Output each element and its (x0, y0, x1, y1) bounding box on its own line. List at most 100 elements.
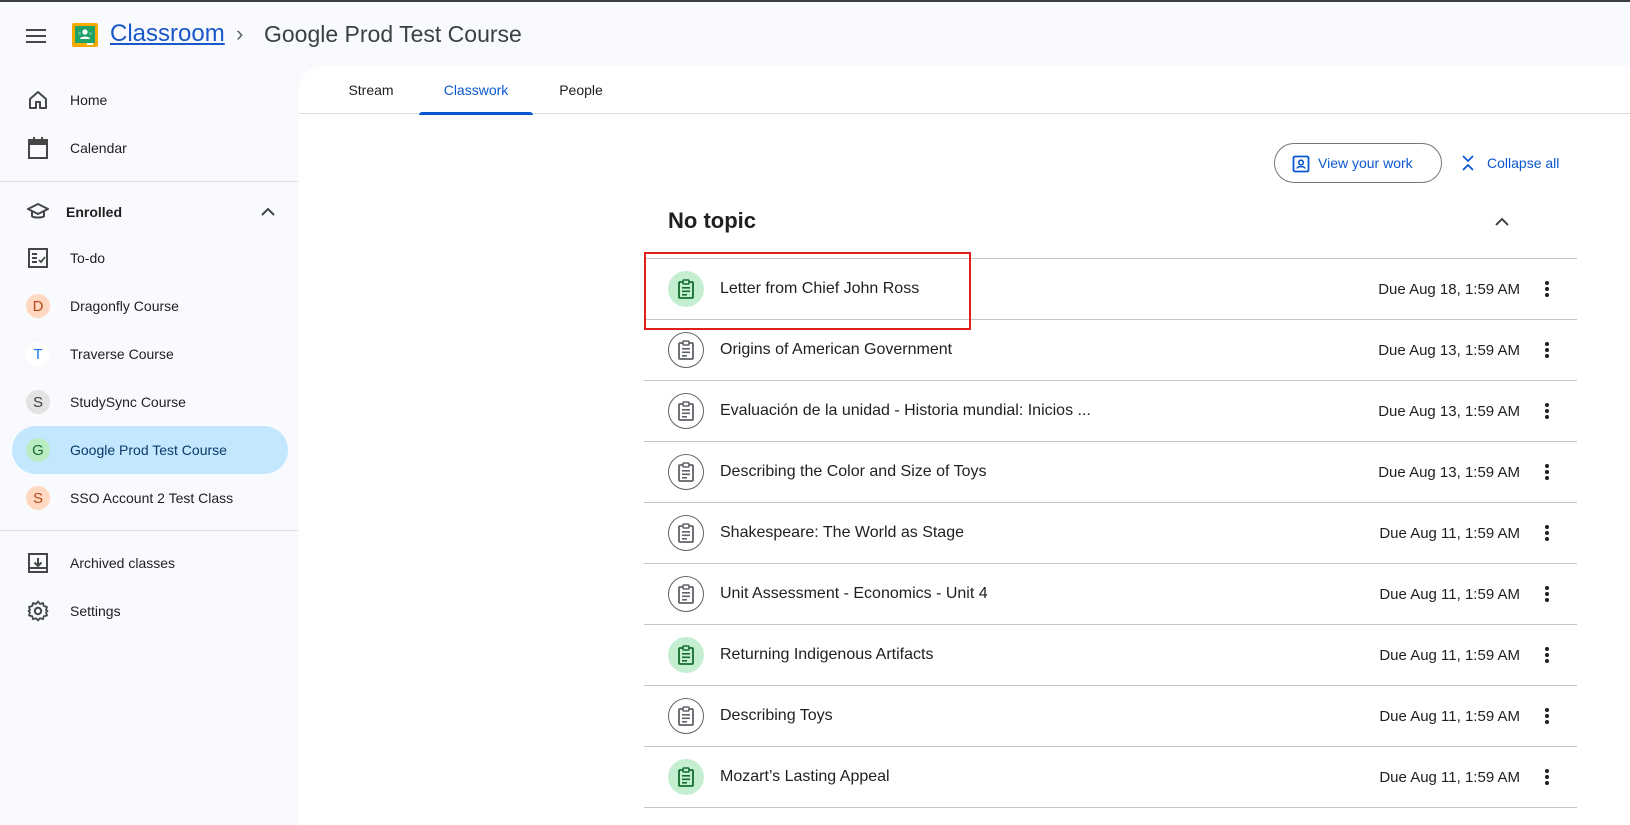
assignment-icon (668, 637, 704, 673)
assignment-icon (668, 515, 704, 551)
assignment-title: Origins of American Government (720, 341, 953, 358)
assignment-title: Shakespeare: The World as Stage (720, 524, 964, 541)
more-vert-icon (1545, 708, 1549, 724)
sidebar-item-label: Dragonfly Course (70, 298, 179, 314)
assignment-list: Letter from Chief John Ross Due Aug 18, … (644, 259, 1577, 808)
sidebar-item-home[interactable]: Home (12, 76, 288, 124)
enrolled-section-toggle[interactable]: Enrolled (12, 192, 288, 232)
course-avatar: S (26, 390, 50, 414)
sidebar-divider (0, 530, 298, 531)
chevron-up-icon (261, 207, 275, 216)
more-options-button[interactable] (1533, 519, 1561, 547)
collapse-all-label: Collapse all (1487, 155, 1560, 171)
assignment-row[interactable]: Mozart’s Lasting Appeal Due Aug 11, 1:59… (644, 747, 1577, 808)
more-options-button[interactable] (1533, 336, 1561, 364)
assignment-title: Describing the Color and Size of Toys (720, 463, 987, 480)
sidebar-divider (0, 181, 298, 182)
app-header: Classroom › Google Prod Test Course (0, 2, 1630, 64)
assignment-row[interactable]: Letter from Chief John Ross Due Aug 18, … (644, 259, 1577, 320)
assignment-row[interactable]: Evaluación de la unidad - Historia mundi… (644, 381, 1577, 442)
enrolled-label: Enrolled (66, 204, 123, 220)
sidebar-item-label: StudySync Course (70, 394, 186, 410)
view-your-work-label: View your work (1318, 155, 1413, 171)
page-title: Google Prod Test Course (264, 21, 522, 47)
assignment-row[interactable]: Origins of American Government Due Aug 1… (644, 320, 1577, 381)
classwork-panel: Stream Classwork People View your work C… (299, 66, 1630, 825)
assignment-icon (668, 271, 704, 307)
more-options-button[interactable] (1533, 702, 1561, 730)
view-your-work-button[interactable]: View your work (1274, 143, 1442, 183)
active-tab-indicator (419, 112, 533, 115)
course-avatar: D (26, 294, 50, 318)
assignment-row[interactable]: Describing Toys Due Aug 11, 1:59 AM (644, 686, 1577, 747)
assignment-icon (668, 454, 704, 490)
assignment-row[interactable]: Describing the Color and Size of Toys Du… (644, 442, 1577, 503)
assignment-title: Describing Toys (720, 707, 833, 724)
more-options-button[interactable] (1533, 580, 1561, 608)
sidebar-item-label: Archived classes (70, 555, 176, 571)
assignment-due-date: Due Aug 18, 1:59 AM (1378, 281, 1520, 298)
assignment-row[interactable]: Returning Indigenous Artifacts Due Aug 1… (644, 625, 1577, 686)
sidebar-item-course-active[interactable]: G Google Prod Test Course (12, 426, 288, 474)
sidebar-item-course[interactable]: S SSO Account 2 Test Class (12, 474, 288, 522)
course-avatar: S (26, 486, 50, 510)
more-options-button[interactable] (1533, 458, 1561, 486)
sidebar-item-settings[interactable]: Settings (12, 587, 288, 635)
sidebar-item-todo[interactable]: To-do (12, 234, 288, 282)
tab-stream[interactable]: Stream (333, 66, 409, 114)
collapse-all-icon (1462, 155, 1474, 171)
assignment-due-date: Due Aug 13, 1:59 AM (1378, 464, 1520, 481)
tab-people[interactable]: People (543, 66, 619, 114)
sidebar-item-label: Traverse Course (70, 346, 174, 362)
assignment-row[interactable]: Unit Assessment - Economics - Unit 4 Due… (644, 564, 1577, 625)
classroom-home-link[interactable]: Classroom (110, 18, 225, 50)
sidebar-item-label: Settings (70, 603, 121, 619)
sidebar-item-label: To-do (70, 250, 106, 266)
assignment-title: Unit Assessment - Economics - Unit 4 (720, 585, 988, 602)
assignment-due-date: Due Aug 11, 1:59 AM (1379, 647, 1520, 664)
sidebar-item-calendar[interactable]: Calendar (12, 124, 288, 172)
graduation-cap-icon (26, 200, 50, 224)
assignment-ind-icon (1292, 155, 1310, 173)
sidebar-item-label: Home (70, 92, 108, 108)
sidebar-item-archived[interactable]: Archived classes (12, 539, 288, 587)
more-vert-icon (1545, 525, 1549, 541)
more-options-button[interactable] (1533, 763, 1561, 791)
more-vert-icon (1545, 403, 1549, 419)
assignment-due-date: Due Aug 13, 1:59 AM (1378, 342, 1520, 359)
sidebar-item-label: SSO Account 2 Test Class (70, 490, 234, 506)
more-options-button[interactable] (1533, 641, 1561, 669)
todo-checklist-icon (26, 246, 50, 270)
topic-collapse-chevron-up-icon[interactable] (1490, 210, 1514, 234)
more-vert-icon (1545, 586, 1549, 602)
sidebar-item-label: Google Prod Test Course (70, 442, 227, 458)
assignment-icon (668, 393, 704, 429)
assignment-due-date: Due Aug 11, 1:59 AM (1379, 708, 1520, 725)
collapse-all-button[interactable]: Collapse all (1459, 146, 1559, 180)
more-vert-icon (1545, 769, 1549, 785)
assignment-title: Letter from Chief John Ross (720, 280, 920, 297)
sidebar-item-label: Calendar (70, 140, 127, 156)
more-vert-icon (1545, 647, 1549, 663)
assignment-icon (668, 698, 704, 734)
assignment-row[interactable]: Shakespeare: The World as Stage Due Aug … (644, 503, 1577, 564)
archive-icon (26, 551, 50, 575)
sidebar: Home Calendar Enrolled To-do D Dragonfly… (0, 64, 298, 825)
classroom-logo-icon[interactable] (72, 23, 98, 47)
assignment-due-date: Due Aug 11, 1:59 AM (1379, 525, 1520, 542)
assignment-title: Returning Indigenous Artifacts (720, 646, 934, 663)
more-options-button[interactable] (1533, 397, 1561, 425)
more-vert-icon (1545, 342, 1549, 358)
gear-icon (26, 599, 50, 623)
assignment-icon (668, 332, 704, 368)
calendar-icon (26, 136, 50, 160)
tab-label: People (559, 82, 603, 98)
sidebar-item-course[interactable]: S StudySync Course (12, 378, 288, 426)
more-options-button[interactable] (1533, 275, 1561, 303)
more-vert-icon (1545, 281, 1549, 297)
sidebar-item-course[interactable]: T Traverse Course (12, 330, 288, 378)
sidebar-item-course[interactable]: D Dragonfly Course (12, 282, 288, 330)
tab-label: Classwork (443, 82, 509, 98)
tab-classwork[interactable]: Classwork (419, 66, 533, 115)
main-menu-button[interactable] (20, 20, 52, 52)
